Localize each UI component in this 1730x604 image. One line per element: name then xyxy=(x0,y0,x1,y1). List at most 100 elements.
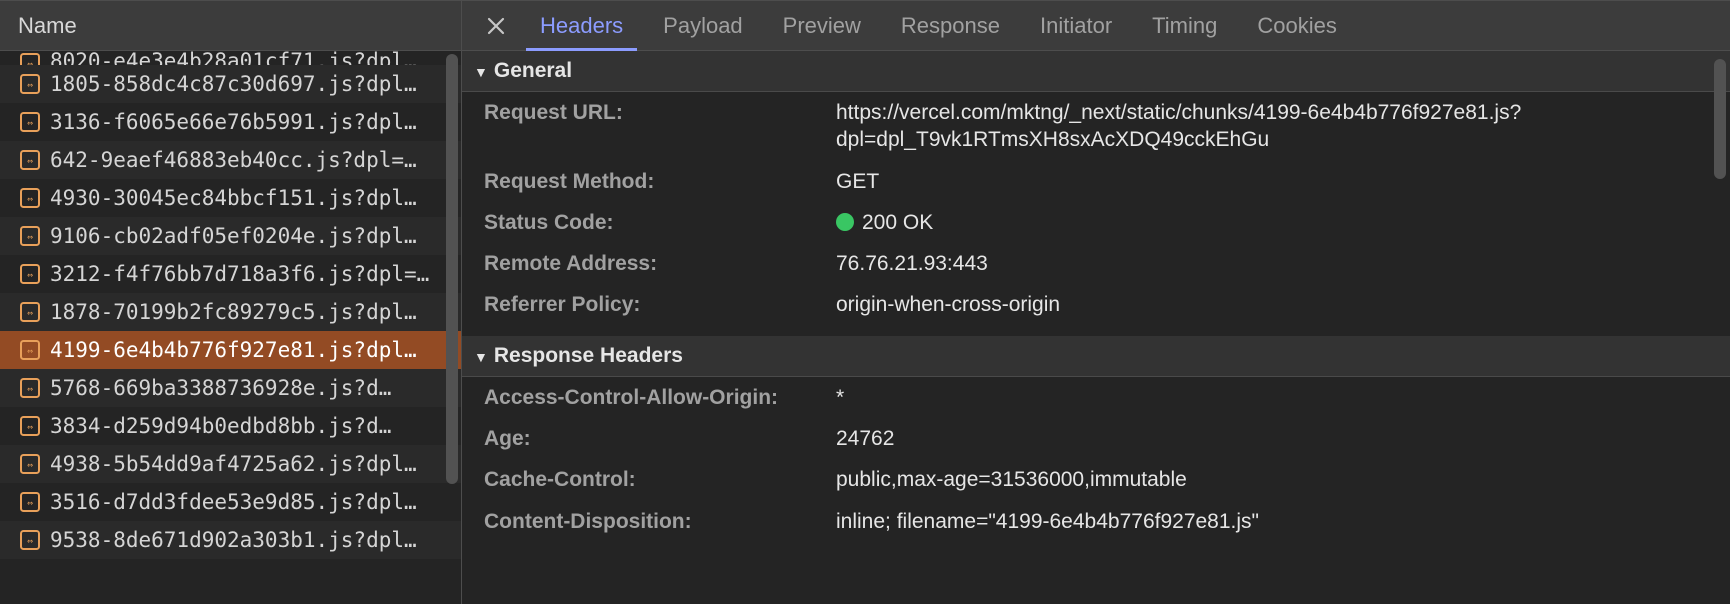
request-row[interactable]: ⇔ 1878-70199b2fc89279c5.js?dpl… xyxy=(0,293,461,331)
request-row-label: 642-9eaef46883eb40cc.js?dpl=… xyxy=(50,148,441,172)
svg-text:⇔: ⇔ xyxy=(27,270,33,281)
js-file-icon: ⇔ xyxy=(20,378,40,398)
column-header-name-label: Name xyxy=(18,13,77,39)
kv-row: Access-Control-Allow-Origin:* xyxy=(462,377,1730,418)
request-list: ⇔ 8020-e4e3e4b28a01cf71.js?dpl… ⇔ 1805-8… xyxy=(0,51,461,604)
svg-text:⇔: ⇔ xyxy=(27,384,33,395)
request-row[interactable]: ⇔ 4199-6e4b4b776f927e81.js?dpl… xyxy=(0,331,461,369)
request-row-label: 4930-30045ec84bbcf151.js?dpl… xyxy=(50,186,441,210)
kv-value: GET xyxy=(836,168,1708,195)
request-row[interactable]: ⇔ 3136-f6065e66e76b5991.js?dpl… xyxy=(0,103,461,141)
kv-key: Content-Disposition: xyxy=(484,508,836,535)
request-row[interactable]: ⇔ 3212-f4f76bb7d718a3f6.js?dpl=… xyxy=(0,255,461,293)
request-row-label: 4199-6e4b4b776f927e81.js?dpl… xyxy=(50,338,441,362)
request-row-label: 4938-5b54dd9af4725a62.js?dpl… xyxy=(50,452,441,476)
kv-key: Referrer Policy: xyxy=(484,291,836,318)
request-list-panel: Name ⇔ 8020-e4e3e4b28a01cf71.js?dpl… ⇔ 1… xyxy=(0,0,462,604)
kv-key: Status Code: xyxy=(484,209,836,236)
kv-row: Remote Address:76.76.21.93:443 xyxy=(462,243,1730,284)
kv-value: 76.76.21.93:443 xyxy=(836,250,1708,277)
request-row-label: 5768-669ba3388736928e.js?d… xyxy=(50,376,441,400)
close-icon xyxy=(487,17,505,35)
request-row[interactable]: ⇔ 9106-cb02adf05ef0204e.js?dpl… xyxy=(0,217,461,255)
disclosure-triangle-icon: ▼ xyxy=(474,349,488,365)
request-row[interactable]: ⇔ 4930-30045ec84bbcf151.js?dpl… xyxy=(0,179,461,217)
kv-value: 200 OK xyxy=(836,209,1708,236)
tab-response[interactable]: Response xyxy=(881,1,1020,50)
request-row-label: 3516-d7dd3fdee53e9d85.js?dpl… xyxy=(50,490,441,514)
js-file-icon: ⇔ xyxy=(20,492,40,512)
request-row[interactable]: ⇔ 3834-d259d94b0edbd8bb.js?d… xyxy=(0,407,461,445)
request-row[interactable]: ⇔ 8020-e4e3e4b28a01cf71.js?dpl… xyxy=(0,51,461,65)
tab-timing[interactable]: Timing xyxy=(1132,1,1237,50)
js-file-icon: ⇔ xyxy=(20,302,40,322)
kv-row: Referrer Policy:origin-when-cross-origin xyxy=(462,284,1730,325)
status-ok-icon xyxy=(836,213,854,231)
kv-key: Request Method: xyxy=(484,168,836,195)
request-row-label: 3212-f4f76bb7d718a3f6.js?dpl=… xyxy=(50,262,441,286)
kv-value: origin-when-cross-origin xyxy=(836,291,1708,318)
tab-preview[interactable]: Preview xyxy=(763,1,881,50)
js-file-icon: ⇔ xyxy=(20,264,40,284)
tab-initiator[interactable]: Initiator xyxy=(1020,1,1132,50)
scrollbar-thumb[interactable] xyxy=(446,54,458,484)
kv-row: Request Method:GET xyxy=(462,161,1730,202)
kv-row: Request URL:https://vercel.com/mktng/_ne… xyxy=(462,92,1730,161)
section-response-body: Access-Control-Allow-Origin:*Age:24762Ca… xyxy=(462,377,1730,542)
js-file-icon: ⇔ xyxy=(20,150,40,170)
kv-row: Cache-Control:public,max-age=31536000,im… xyxy=(462,459,1730,500)
request-row[interactable]: ⇔ 642-9eaef46883eb40cc.js?dpl=… xyxy=(0,141,461,179)
section-general-header[interactable]: ▼ General xyxy=(462,51,1730,92)
request-row[interactable]: ⇔ 5768-669ba3388736928e.js?d… xyxy=(0,369,461,407)
svg-text:⇔: ⇔ xyxy=(27,346,33,357)
tab-cookies[interactable]: Cookies xyxy=(1237,1,1356,50)
column-header-name[interactable]: Name xyxy=(0,0,461,51)
kv-row: Status Code:200 OK xyxy=(462,202,1730,243)
js-file-icon: ⇔ xyxy=(20,112,40,132)
close-button[interactable] xyxy=(472,1,520,50)
section-response-header[interactable]: ▼ Response Headers xyxy=(462,336,1730,377)
scrollbar-track[interactable] xyxy=(1714,55,1726,600)
js-file-icon: ⇔ xyxy=(20,188,40,208)
svg-text:⇔: ⇔ xyxy=(27,460,33,471)
js-file-icon: ⇔ xyxy=(20,226,40,246)
request-row[interactable]: ⇔ 3516-d7dd3fdee53e9d85.js?dpl… xyxy=(0,483,461,521)
svg-text:⇔: ⇔ xyxy=(27,536,33,547)
scrollbar-track[interactable] xyxy=(446,54,458,600)
js-file-icon: ⇔ xyxy=(20,454,40,474)
kv-key: Access-Control-Allow-Origin: xyxy=(484,384,836,411)
svg-text:⇔: ⇔ xyxy=(27,156,33,167)
section-response-title: Response Headers xyxy=(494,344,683,368)
kv-key: Age: xyxy=(484,425,836,452)
svg-text:⇔: ⇔ xyxy=(27,59,33,65)
request-row[interactable]: ⇔ 9538-8de671d902a303b1.js?dpl… xyxy=(0,521,461,559)
kv-row: Content-Disposition:inline; filename="41… xyxy=(462,501,1730,542)
request-row[interactable]: ⇔ 1805-858dc4c87c30d697.js?dpl… xyxy=(0,65,461,103)
kv-value: public,max-age=31536000,immutable xyxy=(836,466,1708,493)
request-row-label: 9538-8de671d902a303b1.js?dpl… xyxy=(50,528,441,552)
svg-text:⇔: ⇔ xyxy=(27,422,33,433)
request-detail-panel: HeadersPayloadPreviewResponseInitiatorTi… xyxy=(462,0,1730,604)
svg-text:⇔: ⇔ xyxy=(27,118,33,129)
scrollbar-thumb[interactable] xyxy=(1714,59,1726,179)
section-general-body: Request URL:https://vercel.com/mktng/_ne… xyxy=(462,92,1730,326)
svg-text:⇔: ⇔ xyxy=(27,308,33,319)
js-file-icon: ⇔ xyxy=(20,340,40,360)
request-row-label: 3136-f6065e66e76b5991.js?dpl… xyxy=(50,110,441,134)
kv-value: * xyxy=(836,384,1708,411)
section-general-title: General xyxy=(494,59,572,83)
kv-value: inline; filename="4199-6e4b4b776f927e81.… xyxy=(836,508,1708,535)
tab-payload[interactable]: Payload xyxy=(643,1,763,50)
request-row[interactable]: ⇔ 4938-5b54dd9af4725a62.js?dpl… xyxy=(0,445,461,483)
js-file-icon: ⇔ xyxy=(20,53,40,65)
js-file-icon: ⇔ xyxy=(20,416,40,436)
tab-headers[interactable]: Headers xyxy=(520,1,643,50)
kv-row: Age:24762 xyxy=(462,418,1730,459)
svg-text:⇔: ⇔ xyxy=(27,232,33,243)
svg-text:⇔: ⇔ xyxy=(27,194,33,205)
js-file-icon: ⇔ xyxy=(20,74,40,94)
detail-scroll: ▼ General Request URL:https://vercel.com… xyxy=(462,51,1730,604)
detail-tabbar: HeadersPayloadPreviewResponseInitiatorTi… xyxy=(462,0,1730,51)
kv-value: 24762 xyxy=(836,425,1708,452)
kv-key: Cache-Control: xyxy=(484,466,836,493)
